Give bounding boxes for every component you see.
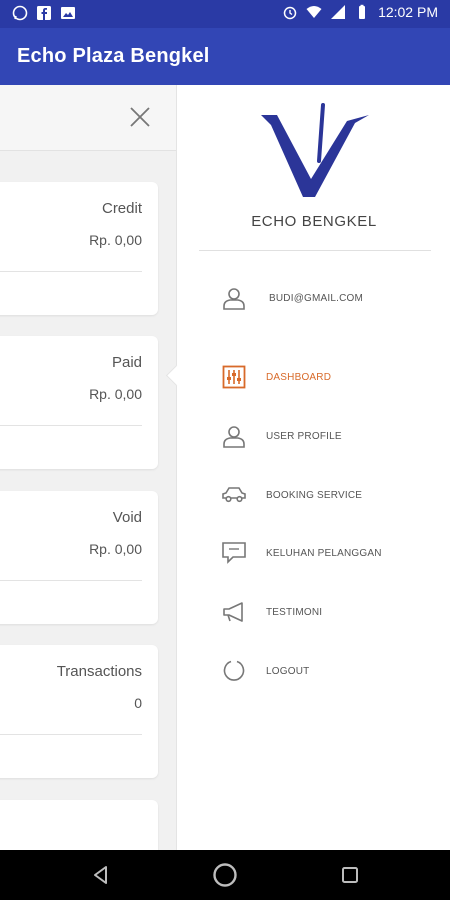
status-time: 12:02 PM (378, 4, 438, 20)
card-value: Rp. 0,00 (89, 386, 142, 402)
recents-icon[interactable] (337, 862, 363, 888)
menu-label: DASHBOARD (266, 371, 332, 383)
card-label: Credit (101, 200, 142, 217)
app-bar: Echo Plaza Bengkel (0, 28, 450, 85)
menu-label: USER PROFILE (266, 430, 342, 442)
dashboard-icon (222, 365, 246, 389)
paid-card[interactable]: Paid Rp. 0,00 (0, 336, 158, 469)
close-icon[interactable] (128, 105, 152, 129)
card-label: Transactions (56, 663, 142, 680)
facebook-icon (37, 6, 51, 20)
menu-item-logout[interactable]: LOGOUT (221, 658, 309, 684)
card-value: 0 (134, 695, 142, 711)
card-label: Void (112, 509, 142, 526)
wifi-icon (306, 6, 322, 18)
whatsapp-icon (12, 5, 28, 21)
menu-label: LOGOUT (266, 665, 310, 677)
void-card[interactable]: Void Rp. 0,00 (0, 491, 158, 624)
menu-item-booking-service[interactable]: BOOKING SERVICE (221, 482, 362, 508)
credit-card[interactable]: Credit Rp. 0,00 (0, 182, 158, 315)
dashboard-content: Credit Rp. 0,00 Paid Rp. 0,00 Void Rp. 0… (0, 85, 176, 850)
drawer-divider (199, 250, 431, 251)
echo-bengkel-logo (261, 103, 369, 197)
menu-item-testimoni[interactable]: TESTIMONI (221, 599, 322, 625)
card-divider (0, 734, 142, 735)
logout-icon (223, 660, 245, 681)
app-title: Echo Plaza Bengkel (17, 45, 210, 67)
signal-icon (331, 5, 346, 19)
card-divider (0, 580, 142, 581)
menu-label: KELUHAN PELANGGAN (266, 547, 382, 559)
card-value: Rp. 0,00 (89, 541, 142, 557)
alarm-icon (283, 6, 297, 20)
menu-item-dashboard[interactable]: DASHBOARD (221, 364, 331, 390)
battery-icon (359, 4, 366, 19)
user-email: BUDI@GMAIL.COM (269, 292, 364, 304)
image-icon (61, 7, 75, 19)
megaphone-icon (223, 602, 243, 622)
card-divider (0, 271, 142, 272)
transactions-card[interactable]: Transactions 0 (0, 645, 158, 778)
home-icon[interactable] (212, 862, 238, 888)
card-divider (0, 425, 142, 426)
brand-name: ECHO BENGKEL (251, 213, 377, 230)
content-header (0, 85, 176, 151)
user-icon (223, 288, 245, 310)
status-bar: 12:02 PM (0, 0, 450, 28)
extra-card[interactable] (0, 800, 158, 850)
car-icon (222, 487, 246, 503)
card-label: Paid (111, 354, 142, 371)
menu-item-keluhan-pelanggan[interactable]: KELUHAN PELANGGAN (221, 540, 382, 566)
system-nav-bar (0, 850, 450, 900)
menu-label: TESTIMONI (266, 606, 323, 618)
menu-label: BOOKING SERVICE (266, 489, 363, 501)
back-icon[interactable] (88, 862, 114, 888)
user-email-row: BUDI@GMAIL.COM (221, 285, 363, 311)
chat-icon (222, 542, 246, 564)
card-value: Rp. 0,00 (89, 232, 142, 248)
nav-drawer: ECHO BENGKEL BUDI@GMAIL.COM DASHBOARD US… (165, 85, 450, 850)
user-icon (223, 426, 245, 448)
menu-item-user-profile[interactable]: USER PROFILE (221, 423, 342, 449)
